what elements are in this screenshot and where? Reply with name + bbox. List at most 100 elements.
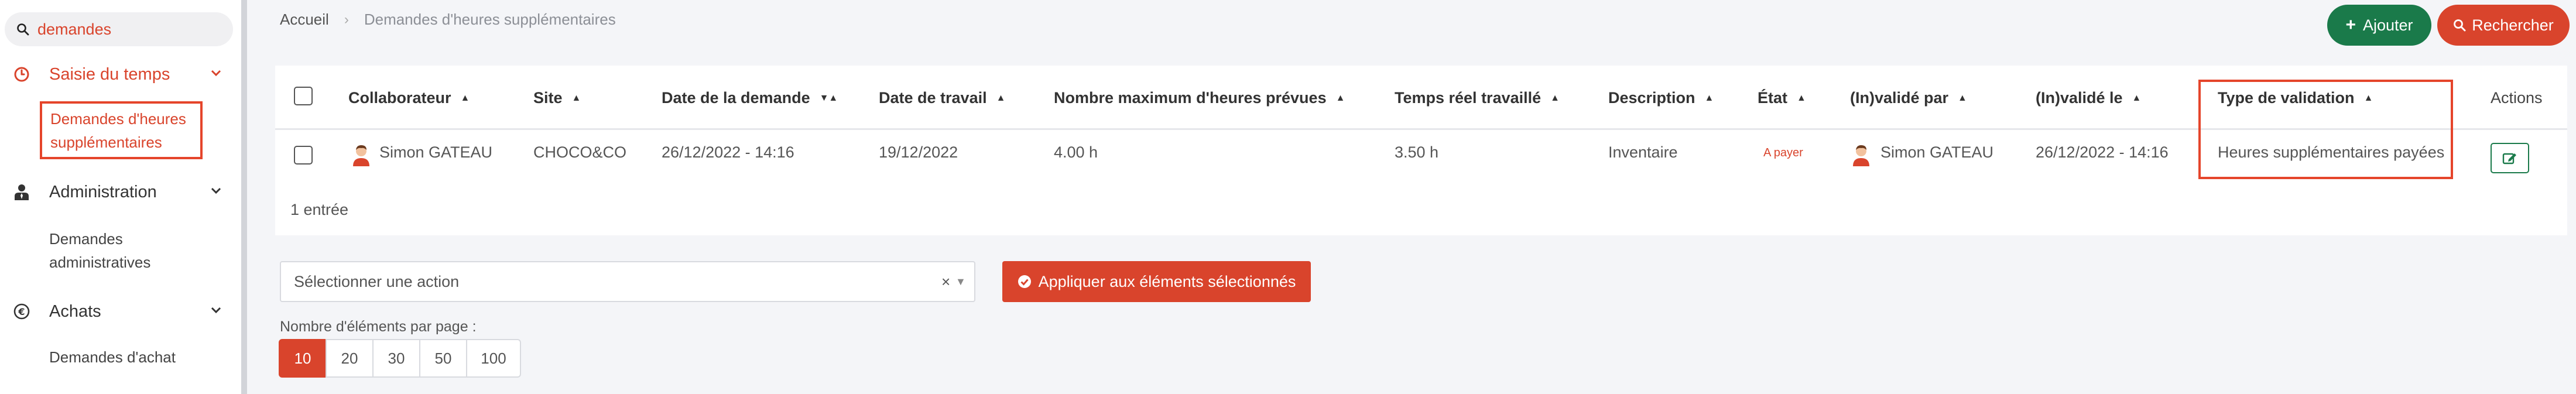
- sidebar-search-input[interactable]: demandes: [37, 20, 111, 39]
- breadcrumb-home[interactable]: Accueil: [280, 11, 329, 29]
- cell-valide-le: 26/12/2022 - 14:16: [2036, 143, 2169, 161]
- row-checkbox[interactable]: [294, 146, 313, 165]
- chevron-down-icon: [211, 306, 221, 317]
- add-button[interactable]: + Ajouter: [2327, 5, 2431, 46]
- breadcrumb-separator: ›: [344, 11, 349, 28]
- svg-text:€: €: [18, 306, 25, 317]
- cell-description: Inventaire: [1608, 143, 1678, 161]
- chevron-down-icon[interactable]: ▼: [955, 276, 966, 288]
- status-badge: A payer: [1763, 146, 1803, 159]
- clock-icon: [12, 64, 32, 84]
- sort-up-icon: ▲: [1797, 92, 1806, 103]
- edit-icon: [2502, 153, 2516, 165]
- search-icon: [17, 23, 29, 36]
- per-page-label: Nombre d'éléments par page :: [280, 318, 477, 335]
- sort-up-icon: ▲: [996, 92, 1006, 103]
- cell-date-travail: 19/12/2022: [879, 143, 958, 161]
- sidebar-subitem-demandes-achat[interactable]: Demandes d'achat: [49, 345, 176, 369]
- header-label: État: [1758, 89, 1788, 107]
- column-header-valide-le[interactable]: (In)validé le ▲: [2036, 89, 2141, 107]
- bulk-action-select[interactable]: Sélectionner une action × ▼: [280, 261, 975, 302]
- cell-collaborateur[interactable]: Simon GATEAU: [379, 143, 492, 162]
- header-label: Date de la demande: [662, 89, 810, 107]
- sort-up-icon: ▲: [460, 92, 470, 103]
- sidebar-item-achats[interactable]: € Achats: [0, 294, 234, 329]
- results-table: Collaborateur ▲ Site ▲ Date de la demande ▼…: [275, 66, 2567, 235]
- sidebar: demandes Saisie du temps Demandes d'heur…: [0, 0, 241, 394]
- sidebar-item-label: Saisie du temps: [49, 64, 170, 84]
- header-label: Description: [1608, 89, 1695, 107]
- bulk-action-placeholder: Sélectionner une action: [294, 272, 460, 290]
- search-icon: [2454, 19, 2466, 32]
- per-page-option-100[interactable]: 100: [466, 339, 521, 378]
- per-page-selector: 10 20 30 50 100: [279, 339, 521, 378]
- person-tie-icon: [12, 182, 32, 202]
- sidebar-search[interactable]: demandes: [5, 12, 233, 46]
- cell-date-demande: 26/12/2022 - 14:16: [662, 143, 794, 161]
- breadcrumb-current: Demandes d'heures supplémentaires: [364, 11, 616, 28]
- cell-valide-par[interactable]: Simon GATEAU: [1880, 143, 1993, 162]
- header-label: Actions: [2491, 89, 2543, 107]
- sidebar-item-saisie-du-temps[interactable]: Saisie du temps: [0, 57, 234, 92]
- search-button[interactable]: Rechercher: [2437, 5, 2570, 46]
- column-header-etat[interactable]: État ▲: [1758, 89, 1806, 107]
- header-label: Temps réel travaillé: [1395, 89, 1542, 107]
- sidebar-subitem-label-line1: Demandes d'heures: [50, 110, 186, 128]
- apply-action-button[interactable]: Appliquer aux éléments sélectionnés: [1002, 261, 1311, 302]
- sidebar-item-label: Administration: [49, 182, 157, 201]
- plus-icon: +: [2345, 15, 2356, 35]
- sort-up-icon: ▲: [571, 92, 581, 103]
- sort-up-icon: ▲: [1704, 92, 1714, 103]
- sort-up-icon: ▲: [1958, 92, 1967, 103]
- sidebar-subitem-label-line2: supplémentaires: [50, 133, 162, 151]
- breadcrumb: Accueil › Demandes d'heures supplémentai…: [280, 11, 616, 29]
- header-label: Date de travail: [879, 89, 987, 107]
- apply-action-label: Appliquer aux éléments sélectionnés: [1038, 272, 1296, 290]
- column-header-max-heures[interactable]: Nombre maximum d'heures prévues ▲: [1054, 89, 1345, 107]
- avatar: [353, 145, 369, 166]
- sidebar-scrollbar[interactable]: [241, 0, 247, 394]
- sort-up-icon: ▲: [1335, 92, 1345, 103]
- per-page-option-50[interactable]: 50: [419, 339, 467, 378]
- sort-down-icon: ▼▲: [819, 92, 838, 103]
- column-header-description[interactable]: Description ▲: [1608, 89, 1714, 107]
- column-header-actions: Actions: [2491, 89, 2543, 107]
- sidebar-subitem-label-line1: Demandes: [49, 230, 123, 248]
- highlight-type-validation-column: [2198, 80, 2453, 179]
- entries-count: 1 entrée: [290, 201, 349, 218]
- search-button-label: Rechercher: [2472, 16, 2554, 34]
- column-header-site[interactable]: Site ▲: [533, 89, 581, 107]
- header-label: (In)validé par: [1850, 89, 1949, 107]
- sort-up-icon: ▲: [2132, 92, 2142, 103]
- header-label: Collaborateur: [348, 89, 451, 107]
- sidebar-subitem-label-line2: administratives: [49, 253, 151, 271]
- sidebar-item-label: Achats: [49, 302, 101, 321]
- chevron-down-icon: [211, 187, 221, 197]
- column-header-date-demande[interactable]: Date de la demande ▼▲: [662, 89, 838, 107]
- edit-button[interactable]: [2491, 143, 2529, 173]
- check-circle-icon: [1018, 275, 1031, 288]
- sort-up-icon: ▲: [1550, 92, 1560, 103]
- per-page-option-30[interactable]: 30: [372, 339, 420, 378]
- add-button-label: Ajouter: [2362, 16, 2413, 34]
- clear-icon[interactable]: ×: [941, 273, 950, 291]
- sidebar-subitem-demandes-administratives[interactable]: Demandes administratives: [49, 227, 150, 274]
- per-page-option-10[interactable]: 10: [279, 339, 327, 378]
- sidebar-item-administration[interactable]: Administration: [0, 174, 234, 210]
- sidebar-subitem-demandes-heures-sup[interactable]: Demandes d'heures supplémentaires: [40, 101, 203, 159]
- euro-icon: €: [12, 302, 32, 321]
- per-page-option-20[interactable]: 20: [326, 339, 374, 378]
- column-header-temps-reel[interactable]: Temps réel travaillé ▲: [1395, 89, 1560, 107]
- cell-temps-reel: 3.50 h: [1395, 143, 1439, 161]
- header-label: (In)validé le: [2036, 89, 2123, 107]
- column-header-valide-par[interactable]: (In)validé par ▲: [1850, 89, 1967, 107]
- header-label: Nombre maximum d'heures prévues: [1054, 89, 1327, 107]
- cell-max-heures: 4.00 h: [1054, 143, 1098, 161]
- cell-site: CHOCO&CO: [533, 143, 627, 161]
- header-label: Site: [533, 89, 563, 107]
- chevron-down-icon: [211, 69, 221, 80]
- avatar: [1853, 145, 1869, 166]
- select-all-checkbox[interactable]: [294, 87, 313, 105]
- column-header-date-travail[interactable]: Date de travail ▲: [879, 89, 1005, 107]
- column-header-collaborateur[interactable]: Collaborateur ▲: [348, 89, 470, 107]
